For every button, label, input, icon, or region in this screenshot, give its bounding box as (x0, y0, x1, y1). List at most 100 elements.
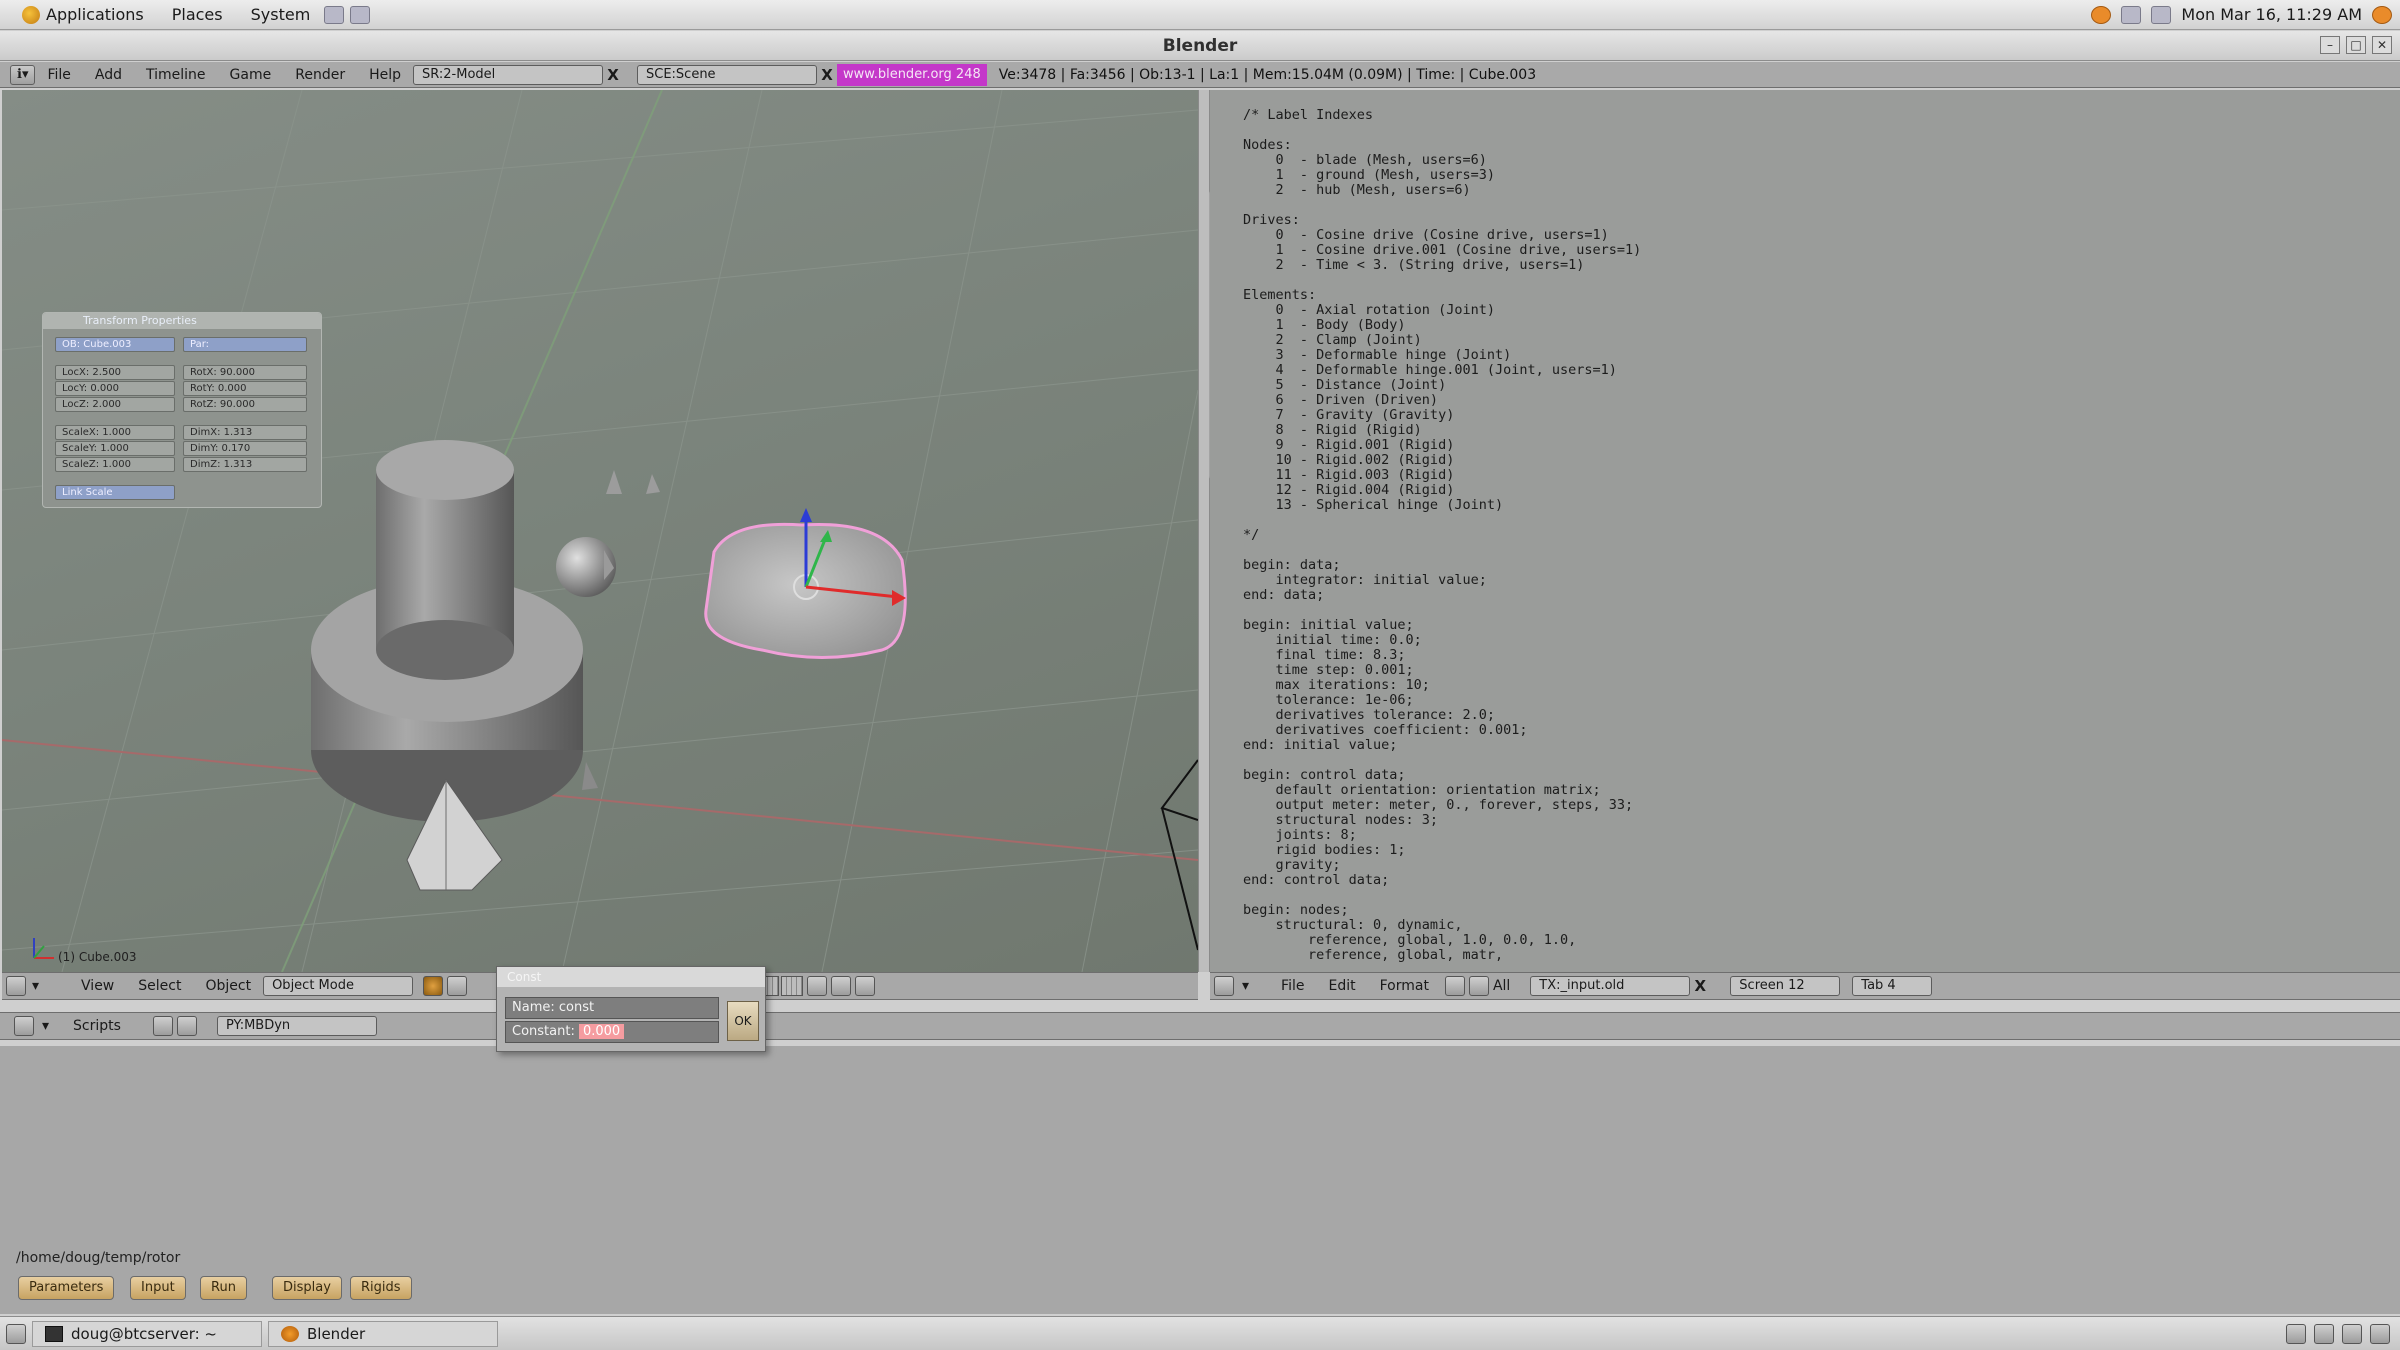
show-desktop-icon[interactable] (6, 1323, 26, 1344)
selected-cube-003[interactable] (704, 508, 907, 659)
script-selector[interactable]: PY:MBDyn (216, 1016, 377, 1036)
menu-add[interactable]: Add (83, 67, 134, 83)
task-terminal[interactable]: doug@btcserver: ~ (32, 1320, 262, 1347)
pivot-icon[interactable] (447, 976, 468, 996)
menu-help[interactable]: Help (357, 67, 413, 83)
trash-icon[interactable] (2286, 1323, 2306, 1344)
window-type-button[interactable] (1214, 976, 1234, 996)
const-popup[interactable]: Const Name: const Constant: 0.000 OK (496, 966, 766, 1052)
rot-y-field[interactable]: RotY: 0.000 (183, 381, 307, 396)
rigids-button[interactable]: Rigids (350, 1276, 412, 1300)
blender-url-banner[interactable]: www.blender.org 248 (837, 63, 987, 86)
loc-x-field[interactable]: LocX: 2.500 (55, 365, 175, 380)
link-scale-toggle[interactable]: Link Scale (55, 485, 175, 500)
window-titlebar[interactable]: Blender – □ ✕ (0, 31, 2400, 61)
mail-icon[interactable] (2151, 5, 2172, 24)
format-menu[interactable]: Format (1368, 978, 1441, 994)
area-separator[interactable] (1198, 90, 1219, 972)
collapse-menu-icon[interactable]: ▾ (1242, 978, 1249, 994)
collapse-menu-icon[interactable]: ▾ (32, 978, 39, 994)
dim-x-field[interactable]: DimX: 1.313 (183, 425, 307, 440)
task-blender[interactable]: Blender (268, 1320, 498, 1347)
object-menu[interactable]: Object (193, 978, 263, 994)
popup-ok-button[interactable]: OK (727, 1001, 759, 1041)
screen-selector[interactable]: SR:2-Model (413, 64, 603, 85)
menu-render[interactable]: Render (283, 67, 357, 83)
workspace-2[interactable] (2342, 1323, 2362, 1344)
fullscreen-icon[interactable] (1444, 976, 1465, 996)
system-menu[interactable]: System (237, 5, 325, 24)
menu-timeline[interactable]: Timeline (134, 67, 218, 83)
scale-z-field[interactable]: ScaleZ: 1.000 (55, 457, 175, 472)
dim-y-field[interactable]: DimY: 0.170 (183, 441, 307, 456)
parent-field[interactable]: Par: (183, 337, 307, 352)
parameters-button[interactable]: Parameters (18, 1276, 115, 1300)
snapshot-icon[interactable] (855, 976, 876, 996)
launcher-icon-2[interactable] (350, 5, 371, 24)
blade-tip-2[interactable] (646, 474, 660, 494)
script-browse-icon[interactable] (152, 1016, 173, 1036)
clock[interactable]: Mon Mar 16, 11:29 AM (2181, 5, 2362, 24)
workspace-1[interactable] (2314, 1323, 2334, 1344)
close-button[interactable]: ✕ (2372, 36, 2392, 54)
unlink-text-button[interactable]: X (1690, 976, 1710, 996)
script-stop-icon[interactable] (176, 1016, 197, 1036)
collapse-menu-icon[interactable]: ▾ (42, 1018, 49, 1034)
popup-constant-field[interactable]: Constant: 0.000 (505, 1021, 719, 1043)
screen-number-field[interactable]: Screen 12 (1730, 976, 1841, 996)
all-label[interactable]: All (1493, 978, 1510, 994)
camera-object[interactable] (1160, 759, 1198, 951)
layer-buttons-4[interactable] (781, 976, 804, 996)
applications-menu[interactable]: Applications (8, 5, 158, 24)
update-notifier-icon[interactable] (2091, 5, 2112, 24)
transform-panel-title[interactable]: Transform Properties (43, 313, 321, 329)
text-editor-content[interactable]: /* Label Indexes Nodes: 0 - blade (Mesh,… (1243, 108, 1641, 963)
transform-properties-panel[interactable]: Transform Properties OB: Cube.003 Par: L… (42, 312, 322, 508)
text-datablock-selector[interactable]: TX:_input.old (1530, 976, 1691, 996)
loc-y-field[interactable]: LocY: 0.000 (55, 381, 175, 396)
line-numbers-icon[interactable] (1468, 976, 1489, 996)
draw-type-icon[interactable] (423, 976, 444, 996)
edit-menu[interactable]: Edit (1316, 978, 1367, 994)
window-type-button[interactable] (14, 1016, 34, 1036)
launcher-icon[interactable] (324, 5, 345, 24)
power-icon[interactable] (2372, 5, 2392, 24)
window-type-button[interactable] (6, 976, 26, 996)
window-type-button[interactable]: ℹ▾ (10, 64, 36, 85)
hub-cylinder[interactable] (376, 440, 514, 680)
display-button[interactable]: Display (272, 1276, 342, 1300)
viewport-scene[interactable] (2, 90, 1198, 972)
menu-file[interactable]: File (35, 67, 82, 83)
3d-viewport[interactable]: (1) Cube.003 (2, 90, 1198, 972)
minimize-button[interactable]: – (2320, 36, 2340, 54)
text-editor[interactable]: /* Label Indexes Nodes: 0 - blade (Mesh,… (1210, 90, 2400, 972)
small-cone[interactable] (582, 762, 598, 790)
dim-z-field[interactable]: DimZ: 1.313 (183, 457, 307, 472)
scene-selector[interactable]: SCE:Scene (637, 64, 817, 85)
input-button[interactable]: Input (130, 1276, 186, 1300)
delete-screen-button[interactable]: X (603, 65, 623, 85)
network-icon[interactable] (2121, 5, 2142, 24)
workspace-3[interactable] (2370, 1323, 2390, 1344)
rot-z-field[interactable]: RotZ: 90.000 (183, 397, 307, 412)
constant-value[interactable]: 0.000 (578, 1024, 625, 1039)
menu-game[interactable]: Game (218, 67, 284, 83)
popup-name-field[interactable]: Name: const (505, 997, 719, 1019)
render-icon[interactable] (831, 976, 852, 996)
blade-tip-1[interactable] (606, 470, 622, 494)
select-menu[interactable]: Select (126, 978, 193, 994)
rot-x-field[interactable]: RotX: 90.000 (183, 365, 307, 380)
places-menu[interactable]: Places (158, 5, 237, 24)
object-name-field[interactable]: OB: Cube.003 (55, 337, 175, 352)
loc-z-field[interactable]: LocZ: 2.000 (55, 397, 175, 412)
scale-y-field[interactable]: ScaleY: 1.000 (55, 441, 175, 456)
view-menu[interactable]: View (69, 978, 126, 994)
maximize-button[interactable]: □ (2346, 36, 2366, 54)
file-menu[interactable]: File (1269, 978, 1316, 994)
tab-width-field[interactable]: Tab 4 (1852, 976, 1933, 996)
lock-icon[interactable] (807, 976, 828, 996)
scale-x-field[interactable]: ScaleX: 1.000 (55, 425, 175, 440)
run-button[interactable]: Run (200, 1276, 247, 1300)
mode-selector[interactable]: Object Mode (263, 976, 414, 996)
delete-scene-button[interactable]: X (817, 65, 837, 85)
